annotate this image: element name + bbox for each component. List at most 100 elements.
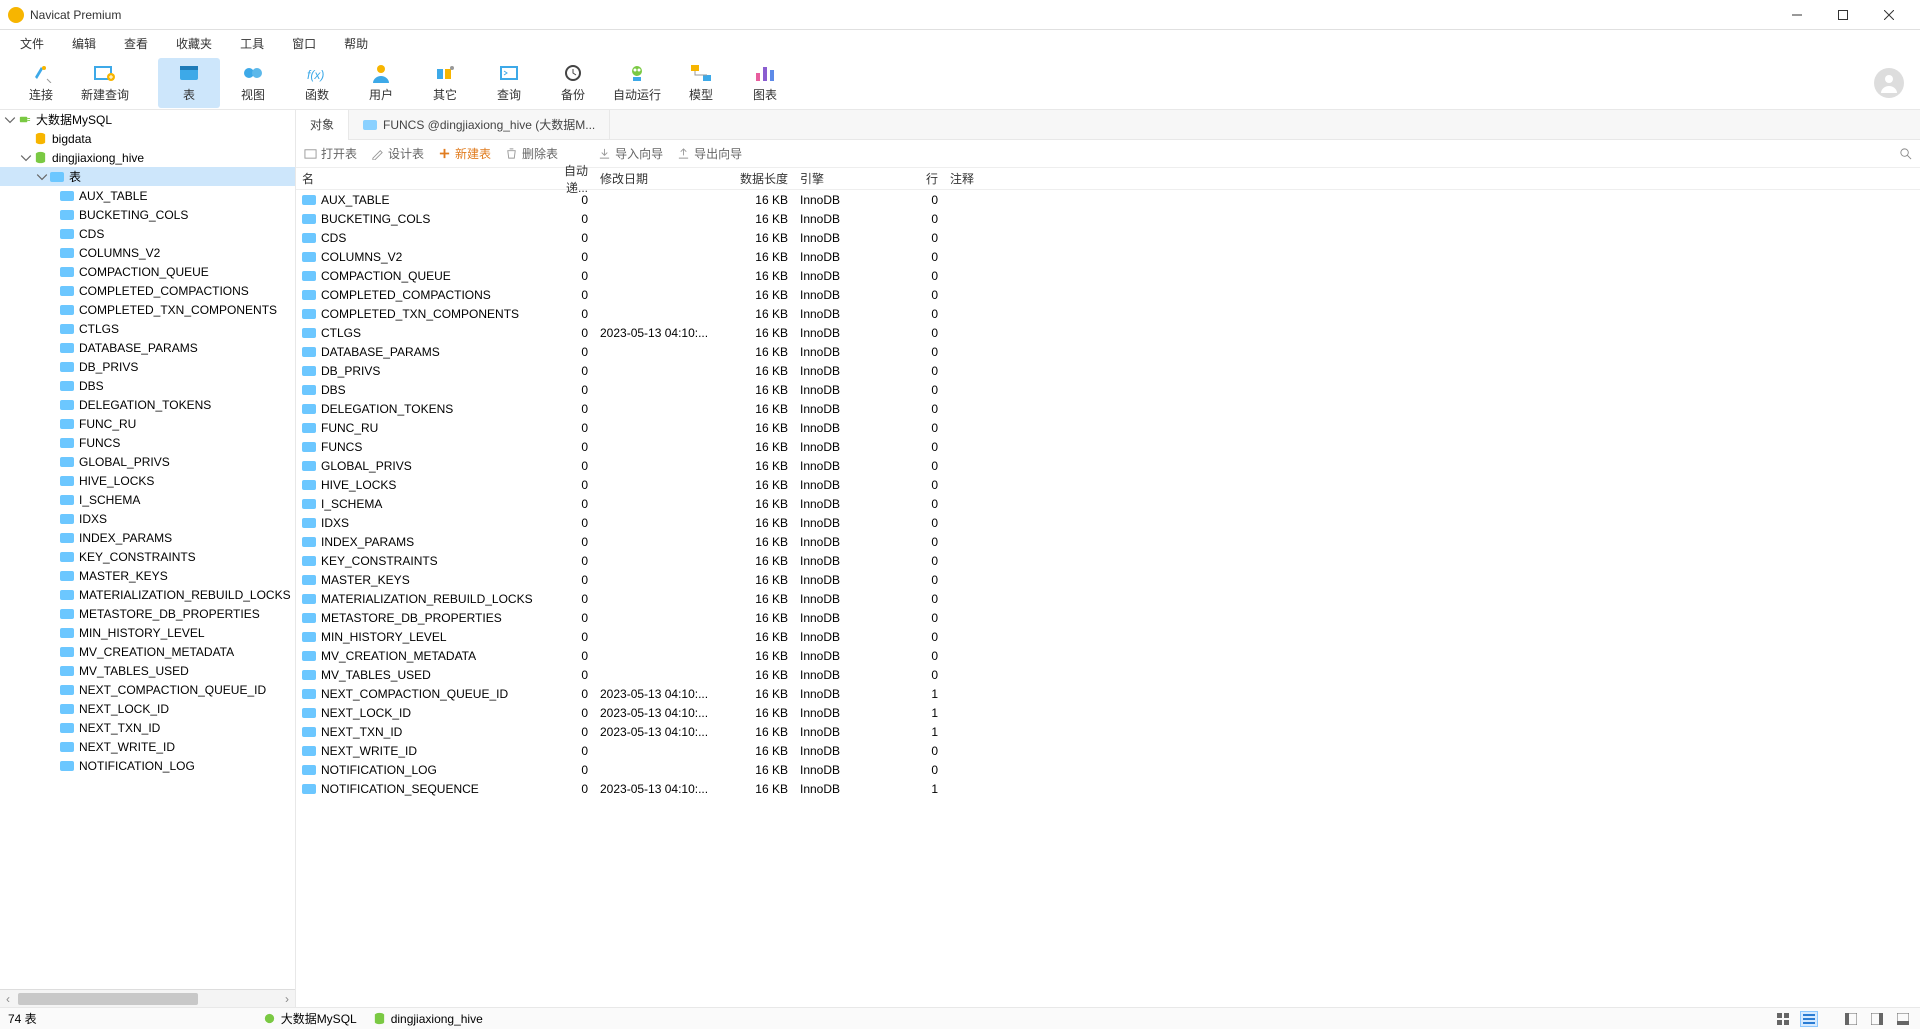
maximize-button[interactable] bbox=[1820, 0, 1866, 30]
tree-table-item[interactable]: COMPLETED_COMPACTIONS bbox=[0, 281, 295, 300]
table-row[interactable]: DB_PRIVS016 KBInnoDB0 bbox=[296, 361, 1920, 380]
tree-table-item[interactable]: FUNC_RU bbox=[0, 414, 295, 433]
table-row[interactable]: HIVE_LOCKS016 KBInnoDB0 bbox=[296, 475, 1920, 494]
minimize-button[interactable] bbox=[1774, 0, 1820, 30]
view-list-button[interactable] bbox=[1800, 1011, 1818, 1027]
table-row[interactable]: MASTER_KEYS016 KBInnoDB0 bbox=[296, 570, 1920, 589]
tree-table-item[interactable]: DELEGATION_TOKENS bbox=[0, 395, 295, 414]
col-size[interactable]: 数据长度 bbox=[734, 168, 794, 189]
col-auto[interactable]: 自动递... bbox=[546, 168, 594, 189]
table-row[interactable]: NEXT_TXN_ID02023-05-13 04:10:...16 KBInn… bbox=[296, 722, 1920, 741]
table-row[interactable]: CTLGS02023-05-13 04:10:...16 KBInnoDB0 bbox=[296, 323, 1920, 342]
search-icon[interactable] bbox=[1899, 147, 1912, 160]
table-row[interactable]: FUNC_RU016 KBInnoDB0 bbox=[296, 418, 1920, 437]
chevron-down-icon[interactable] bbox=[4, 114, 16, 126]
toggle-right-panel-button[interactable] bbox=[1868, 1011, 1886, 1027]
delete-table-button[interactable]: 删除表 bbox=[505, 145, 558, 162]
table-row[interactable]: DBS016 KBInnoDB0 bbox=[296, 380, 1920, 399]
table-row[interactable]: BUCKETING_COLS016 KBInnoDB0 bbox=[296, 209, 1920, 228]
toolbar-func-button[interactable]: f(x)函数 bbox=[286, 58, 348, 108]
toolbar-conn-button[interactable]: 连接 bbox=[10, 58, 72, 108]
tree-table-item[interactable]: MV_CREATION_METADATA bbox=[0, 642, 295, 661]
tree-table-item[interactable]: CTLGS bbox=[0, 319, 295, 338]
table-row[interactable]: DATABASE_PARAMS016 KBInnoDB0 bbox=[296, 342, 1920, 361]
toolbar-query-button[interactable]: 查询 bbox=[478, 58, 540, 108]
tree-table-item[interactable]: METASTORE_DB_PROPERTIES bbox=[0, 604, 295, 623]
tree-table-item[interactable]: BUCKETING_COLS bbox=[0, 205, 295, 224]
chevron-down-icon[interactable] bbox=[36, 171, 48, 183]
tree-table-item[interactable]: MASTER_KEYS bbox=[0, 566, 295, 585]
design-table-button[interactable]: 设计表 bbox=[371, 145, 424, 162]
tree-table-item[interactable]: KEY_CONSTRAINTS bbox=[0, 547, 295, 566]
connection-tree[interactable]: 大数据MySQLbigdatadingjiaxiong_hive表AUX_TAB… bbox=[0, 110, 295, 989]
table-row[interactable]: NEXT_LOCK_ID02023-05-13 04:10:...16 KBIn… bbox=[296, 703, 1920, 722]
tree-db-hive[interactable]: dingjiaxiong_hive bbox=[0, 148, 295, 167]
table-row[interactable]: NOTIFICATION_SEQUENCE02023-05-13 04:10:.… bbox=[296, 779, 1920, 798]
close-button[interactable] bbox=[1866, 0, 1912, 30]
menu-2[interactable]: 查看 bbox=[110, 31, 162, 56]
table-row[interactable]: COMPLETED_TXN_COMPONENTS016 KBInnoDB0 bbox=[296, 304, 1920, 323]
toggle-bottom-panel-button[interactable] bbox=[1894, 1011, 1912, 1027]
table-row[interactable]: IDXS016 KBInnoDB0 bbox=[296, 513, 1920, 532]
toggle-left-panel-button[interactable] bbox=[1842, 1011, 1860, 1027]
toolbar-model-button[interactable]: 模型 bbox=[670, 58, 732, 108]
tree-connection[interactable]: 大数据MySQL bbox=[0, 110, 295, 129]
menu-3[interactable]: 收藏夹 bbox=[162, 31, 226, 56]
tab-funcs[interactable]: FUNCS @dingjiaxiong_hive (大数据M... bbox=[349, 110, 610, 140]
tree-table-item[interactable]: MATERIALIZATION_REBUILD_LOCKS bbox=[0, 585, 295, 604]
export-wizard-button[interactable]: 导出向导 bbox=[677, 145, 742, 162]
table-row[interactable]: COMPACTION_QUEUE016 KBInnoDB0 bbox=[296, 266, 1920, 285]
tree-table-item[interactable]: COMPLETED_TXN_COMPONENTS bbox=[0, 300, 295, 319]
tree-table-item[interactable]: MIN_HISTORY_LEVEL bbox=[0, 623, 295, 642]
table-row[interactable]: KEY_CONSTRAINTS016 KBInnoDB0 bbox=[296, 551, 1920, 570]
toolbar-user-button[interactable]: 用户 bbox=[350, 58, 412, 108]
menu-0[interactable]: 文件 bbox=[6, 31, 58, 56]
toolbar-auto-button[interactable]: 自动运行 bbox=[606, 58, 668, 108]
tree-table-item[interactable]: NEXT_LOCK_ID bbox=[0, 699, 295, 718]
tree-table-item[interactable]: DB_PRIVS bbox=[0, 357, 295, 376]
avatar-icon[interactable] bbox=[1874, 68, 1904, 98]
menu-6[interactable]: 帮助 bbox=[330, 31, 382, 56]
table-row[interactable]: CDS016 KBInnoDB0 bbox=[296, 228, 1920, 247]
tree-table-item[interactable]: COLUMNS_V2 bbox=[0, 243, 295, 262]
table-row[interactable]: GLOBAL_PRIVS016 KBInnoDB0 bbox=[296, 456, 1920, 475]
tree-table-item[interactable]: HIVE_LOCKS bbox=[0, 471, 295, 490]
tree-table-item[interactable]: NEXT_WRITE_ID bbox=[0, 737, 295, 756]
col-rows[interactable]: 行 bbox=[912, 168, 944, 189]
col-comment[interactable]: 注释 bbox=[944, 168, 1920, 189]
col-date[interactable]: 修改日期 bbox=[594, 168, 734, 189]
toolbar-backup-button[interactable]: 备份 bbox=[542, 58, 604, 108]
tab-objects[interactable]: 对象 bbox=[296, 110, 349, 140]
table-row[interactable]: NEXT_WRITE_ID016 KBInnoDB0 bbox=[296, 741, 1920, 760]
tree-table-item[interactable]: DBS bbox=[0, 376, 295, 395]
table-row[interactable]: NEXT_COMPACTION_QUEUE_ID02023-05-13 04:1… bbox=[296, 684, 1920, 703]
table-row[interactable]: MV_CREATION_METADATA016 KBInnoDB0 bbox=[296, 646, 1920, 665]
tree-table-item[interactable]: I_SCHEMA bbox=[0, 490, 295, 509]
menu-4[interactable]: 工具 bbox=[226, 31, 278, 56]
toolbar-view-button[interactable]: 视图 bbox=[222, 58, 284, 108]
tree-tables-node[interactable]: 表 bbox=[0, 167, 295, 186]
tree-table-item[interactable]: FUNCS bbox=[0, 433, 295, 452]
new-table-button[interactable]: 新建表 bbox=[438, 145, 491, 162]
table-row[interactable]: AUX_TABLE016 KBInnoDB0 bbox=[296, 190, 1920, 209]
table-row[interactable]: MATERIALIZATION_REBUILD_LOCKS016 KBInnoD… bbox=[296, 589, 1920, 608]
toolbar-newq-button[interactable]: 新建查询 bbox=[74, 58, 136, 108]
table-row[interactable]: DELEGATION_TOKENS016 KBInnoDB0 bbox=[296, 399, 1920, 418]
table-row[interactable]: INDEX_PARAMS016 KBInnoDB0 bbox=[296, 532, 1920, 551]
table-row[interactable]: FUNCS016 KBInnoDB0 bbox=[296, 437, 1920, 456]
tree-table-item[interactable]: INDEX_PARAMS bbox=[0, 528, 295, 547]
view-grid-button[interactable] bbox=[1774, 1011, 1792, 1027]
tree-table-item[interactable]: MV_TABLES_USED bbox=[0, 661, 295, 680]
tree-table-item[interactable]: NEXT_TXN_ID bbox=[0, 718, 295, 737]
tree-db-bigdata[interactable]: bigdata bbox=[0, 129, 295, 148]
tree-table-item[interactable]: GLOBAL_PRIVS bbox=[0, 452, 295, 471]
menu-5[interactable]: 窗口 bbox=[278, 31, 330, 56]
chevron-down-icon[interactable] bbox=[20, 152, 32, 164]
col-name[interactable]: 名 bbox=[296, 168, 546, 189]
tree-table-item[interactable]: DATABASE_PARAMS bbox=[0, 338, 295, 357]
menu-1[interactable]: 编辑 bbox=[58, 31, 110, 56]
table-row[interactable]: MV_TABLES_USED016 KBInnoDB0 bbox=[296, 665, 1920, 684]
table-row[interactable]: METASTORE_DB_PROPERTIES016 KBInnoDB0 bbox=[296, 608, 1920, 627]
table-row[interactable]: COLUMNS_V2016 KBInnoDB0 bbox=[296, 247, 1920, 266]
table-row[interactable]: NOTIFICATION_LOG016 KBInnoDB0 bbox=[296, 760, 1920, 779]
